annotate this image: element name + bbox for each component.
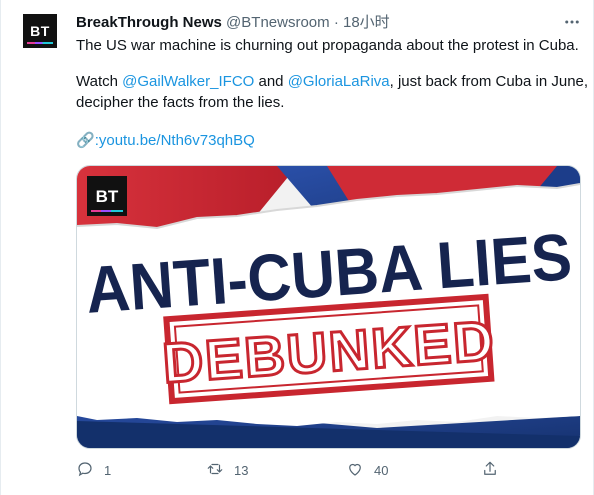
tweet-actions: 1 13 40 bbox=[76, 456, 506, 484]
retweet-count: 13 bbox=[234, 462, 249, 478]
tweet-text-line: decipher the facts from the lies. bbox=[76, 94, 285, 111]
avatar-stripe bbox=[27, 42, 53, 44]
mention-link[interactable]: @GloriaLaRiva bbox=[288, 73, 390, 90]
retweet-button[interactable]: 13 bbox=[206, 456, 248, 484]
author-handle[interactable]: @BTnewsroom bbox=[226, 14, 330, 31]
media-logo-text: BT bbox=[96, 187, 119, 206]
tweet-text-line: Watch @GailWalker_IFCO and @GloriaLaRiva… bbox=[76, 71, 588, 92]
tweet-text-fragment: and bbox=[254, 73, 288, 90]
reply-icon bbox=[76, 460, 94, 481]
share-button[interactable] bbox=[481, 456, 499, 484]
link-icon: 🔗 bbox=[76, 132, 95, 149]
mention-link[interactable]: @GailWalker_IFCO bbox=[122, 73, 254, 90]
media-card[interactable]: BT ANTI-CUBA LIES DEBUNKED bbox=[76, 165, 581, 449]
heart-icon bbox=[346, 460, 364, 481]
tweet-header: BreakThrough News @BTnewsroom · 18小时 bbox=[76, 11, 390, 32]
more-options-icon[interactable] bbox=[562, 12, 582, 32]
reply-button[interactable]: 1 bbox=[76, 456, 111, 484]
share-icon bbox=[481, 460, 499, 481]
reply-count: 1 bbox=[104, 462, 112, 478]
tweet-text-fragment: Watch bbox=[76, 73, 123, 90]
avatar-logo-text: BT bbox=[30, 23, 50, 39]
author-name[interactable]: BreakThrough News bbox=[76, 14, 222, 31]
tweet-text-fragment: , just back from Cuba in June, bbox=[389, 73, 589, 90]
retweet-icon bbox=[206, 460, 224, 481]
bt-logo: BT bbox=[87, 176, 127, 216]
like-count: 40 bbox=[374, 462, 389, 478]
tweet-text-line: The US war machine is churning out propa… bbox=[76, 37, 579, 54]
tweet-timestamp[interactable]: 18小时 bbox=[343, 14, 390, 31]
header-separator: · bbox=[333, 14, 339, 31]
tweet-link[interactable]: 🔗:youtu.be/Nth6v73qhBQ bbox=[76, 130, 255, 151]
avatar[interactable]: BT bbox=[23, 14, 57, 48]
youtube-link[interactable]: :youtu.be/Nth6v73qhBQ bbox=[95, 132, 255, 149]
tweet[interactable]: BT BreakThrough News @BTnewsroom · 18小时 … bbox=[0, 0, 594, 495]
media-image: BT ANTI-CUBA LIES DEBUNKED bbox=[77, 166, 580, 448]
like-button[interactable]: 40 bbox=[346, 456, 388, 484]
